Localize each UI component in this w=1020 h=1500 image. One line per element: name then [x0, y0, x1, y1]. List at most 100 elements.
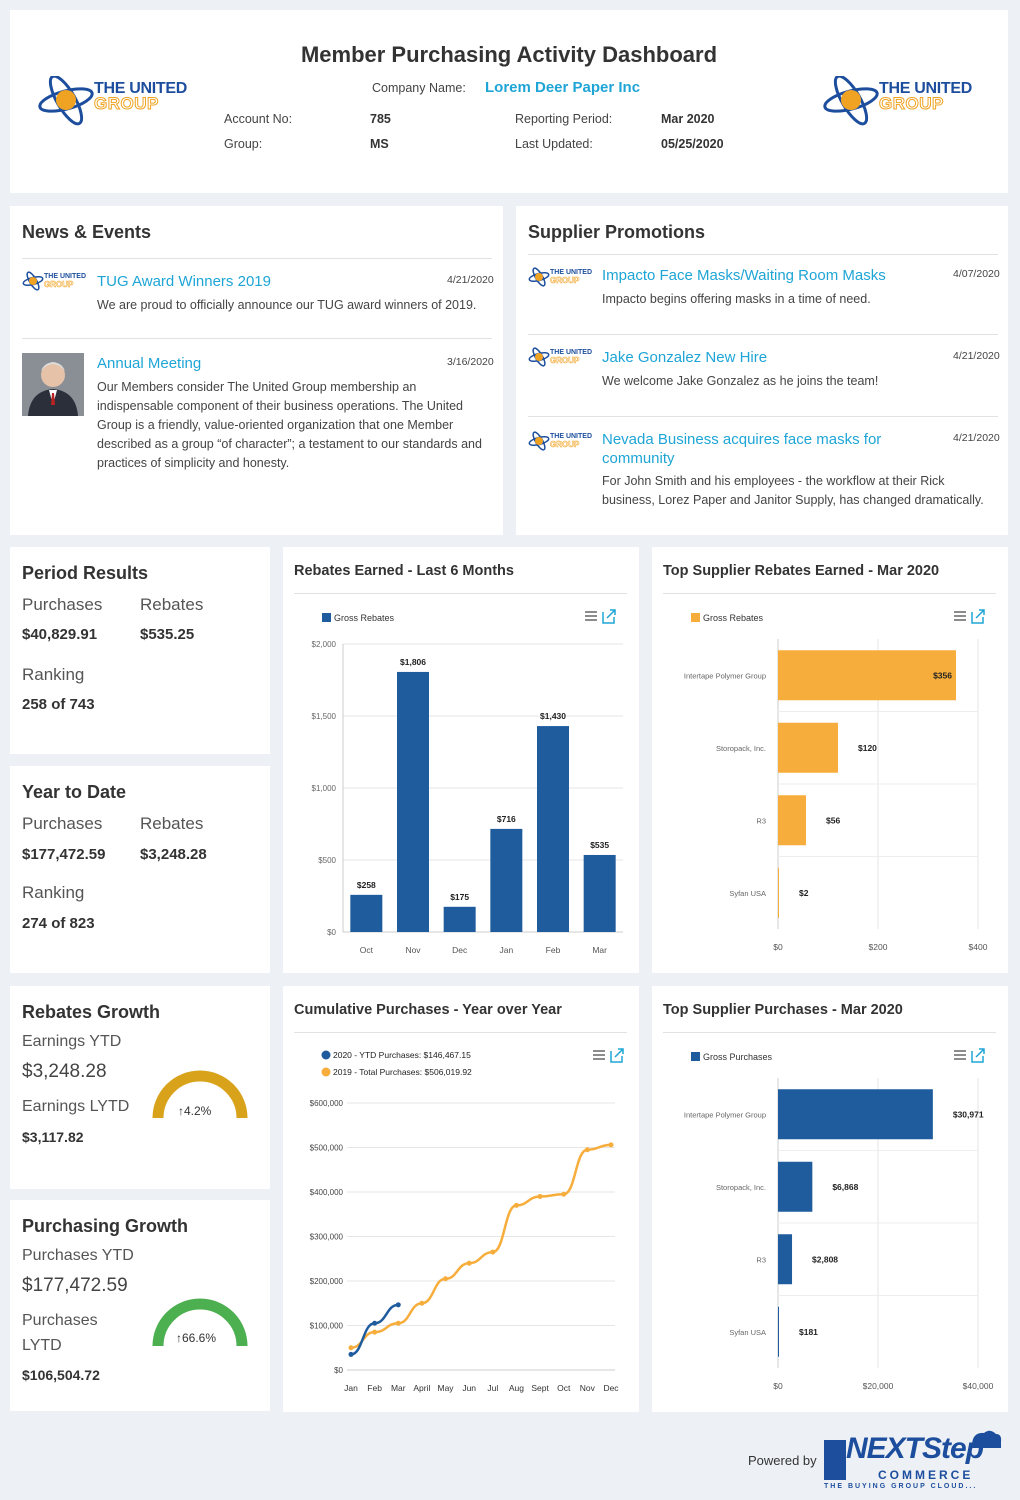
chart-export-icon[interactable]	[610, 1048, 624, 1063]
promo-item-date: 4/07/2020	[953, 268, 1000, 280]
promo-item-title[interactable]: Nevada Business acquires face masks for …	[602, 430, 912, 468]
y-tick-label: $100,000	[310, 1322, 344, 1331]
legend-swatch	[322, 613, 331, 622]
united-group-emblem-icon	[528, 267, 550, 287]
y-tick-label: $1,000	[312, 784, 337, 793]
x-tick-label: Dec	[603, 1383, 619, 1393]
x-tick-label: Dec	[452, 945, 468, 955]
y-tick-label: $500	[318, 856, 336, 865]
chart-menu-icon[interactable]	[954, 1050, 966, 1060]
nextstep-commerce-logo: NEXTStep COMMERCE THE BUYING GROUP CLOUD…	[822, 1428, 1002, 1494]
x-tick-label: Sept	[531, 1383, 549, 1393]
period-label: Reporting Period:	[515, 112, 613, 126]
top-supplier-rebates-chart-card: Top Supplier Rebates Earned - Mar 2020 G…	[652, 547, 1008, 973]
purchasing-growth-card: Purchasing Growth Purchases YTD $177,472…	[10, 1200, 270, 1411]
promo-item-text: We welcome Jake Gonzalez as he joins the…	[602, 374, 879, 388]
x-tick-label: Feb	[546, 945, 561, 955]
purchasing-growth-title: Purchasing Growth	[22, 1216, 189, 1236]
earnings-ytd-value: $3,248.28	[22, 1061, 107, 1082]
data-point	[466, 1260, 472, 1266]
x-tick-label: Aug	[509, 1383, 524, 1393]
united-group-emblem-icon	[22, 271, 44, 291]
year-to-date-card: Year to Date Purchases Rebates $177,472.…	[10, 766, 270, 973]
x-tick-label: $20,000	[863, 1381, 894, 1391]
chart-menu-icon[interactable]	[954, 611, 966, 621]
brand-nextstep: NEXTStep	[846, 1432, 984, 1465]
chart-export-icon[interactable]	[602, 609, 616, 624]
brand-tagline: THE BUYING GROUP CLOUD...	[824, 1483, 978, 1490]
ytd-title: Year to Date	[22, 782, 127, 802]
y-tick-label: R3	[756, 816, 766, 825]
chart-menu-icon[interactable]	[593, 1050, 605, 1060]
x-tick-label: Nov	[405, 945, 421, 955]
united-group-emblem-icon	[38, 74, 94, 126]
x-tick-label: Jul	[487, 1383, 498, 1393]
chart-export-icon[interactable]	[971, 1048, 985, 1063]
y-tick-label: Storopack, Inc.	[716, 1183, 766, 1192]
promo-item-logo: THE UNITED GROUP	[528, 347, 592, 369]
news-item-title[interactable]: Annual Meeting	[97, 354, 417, 373]
news-item-date: 3/16/2020	[447, 356, 494, 368]
account-label: Account No:	[224, 112, 293, 126]
legend-label: Gross Rebates	[703, 613, 764, 623]
y-tick-label: $200,000	[310, 1277, 344, 1286]
mini-logo-text: GROUP	[44, 280, 74, 290]
rebates-earned-chart-card: Rebates Earned - Last 6 Months Gross Reb…	[283, 547, 639, 973]
data-point	[513, 1202, 519, 1208]
legend-label: Gross Purchases	[703, 1052, 773, 1062]
united-group-logo: THE UNITED GROUP	[38, 74, 198, 126]
purchases-ytd-label: Purchases YTD	[22, 1247, 134, 1264]
promo-item-title[interactable]: Jake Gonzalez New Hire	[602, 348, 932, 367]
ytd-rebates-label: Rebates	[140, 814, 204, 833]
period-results-title: Period Results	[22, 563, 149, 583]
bar	[490, 828, 523, 932]
united-group-emblem-icon	[528, 347, 550, 367]
rebates-growth-percent: ↑4.2%	[178, 1104, 212, 1118]
y-tick-label: Syfan USA	[729, 889, 766, 898]
promo-item-title[interactable]: Impacto Face Masks/Waiting Room Masks	[602, 266, 932, 285]
series-line	[350, 1303, 399, 1356]
period-purchases-value: $40,829.91	[22, 626, 98, 643]
x-tick-label: Nov	[580, 1383, 596, 1393]
bar	[778, 1306, 779, 1357]
news-item-title[interactable]: TUG Award Winners 2019	[97, 272, 417, 291]
chart-export-icon[interactable]	[971, 609, 985, 624]
cumulative-purchases-chart-card: Cumulative Purchases - Year over Year 20…	[283, 986, 639, 1412]
ytd-purchases-value: $177,472.59	[22, 846, 106, 863]
promo-item-date: 4/21/2020	[953, 432, 1000, 444]
period-rebates-label: Rebates	[140, 595, 204, 614]
promo-item-date: 4/21/2020	[953, 350, 1000, 362]
bar	[397, 671, 429, 932]
period-rebates-value: $535.25	[140, 626, 195, 643]
promo-item-logo: THE UNITED GROUP	[528, 431, 592, 453]
company-name: Lorem Deer Paper Inc	[485, 79, 641, 96]
bar	[778, 795, 806, 846]
data-point	[372, 1329, 378, 1335]
x-tick-label: May	[438, 1383, 455, 1393]
ytd-rebates-value: $3,248.28	[140, 846, 207, 863]
legend-label: Gross Rebates	[334, 613, 395, 623]
data-point	[348, 1351, 354, 1357]
y-tick-label: $0	[327, 928, 336, 937]
bar	[583, 854, 616, 932]
bar	[778, 1234, 793, 1285]
y-tick-label: $1,500	[312, 712, 337, 721]
chart-menu-icon[interactable]	[585, 611, 597, 621]
promo-item-text: Impacto begins offering masks in a time …	[602, 292, 871, 306]
news-item-text: Our Members consider The United Group me…	[97, 380, 482, 470]
bar	[350, 894, 383, 932]
x-tick-label: Jun	[462, 1383, 476, 1393]
bar-value-label: $716	[497, 814, 516, 824]
united-group-logo-right: THE UNITED GROUP	[823, 74, 983, 126]
y-tick-label: $400,000	[310, 1188, 344, 1197]
ytd-ranking-label: Ranking	[22, 883, 85, 902]
period-results-card: Period Results Purchases Rebates $40,829…	[10, 547, 270, 754]
cumulative-purchases-chart: 2020 - YTD Purchases: $146,467.15 2019 - …	[310, 1048, 624, 1393]
bar	[778, 722, 838, 773]
legend-label: 2019 - Total Purchases: $506,019.92	[333, 1067, 472, 1077]
promo-item-logo: THE UNITED GROUP	[528, 267, 592, 289]
y-tick-label: $500,000	[310, 1144, 344, 1153]
data-point	[537, 1193, 543, 1199]
powered-by-label: Powered by	[748, 1453, 817, 1468]
news-item-date: 4/21/2020	[447, 274, 494, 286]
